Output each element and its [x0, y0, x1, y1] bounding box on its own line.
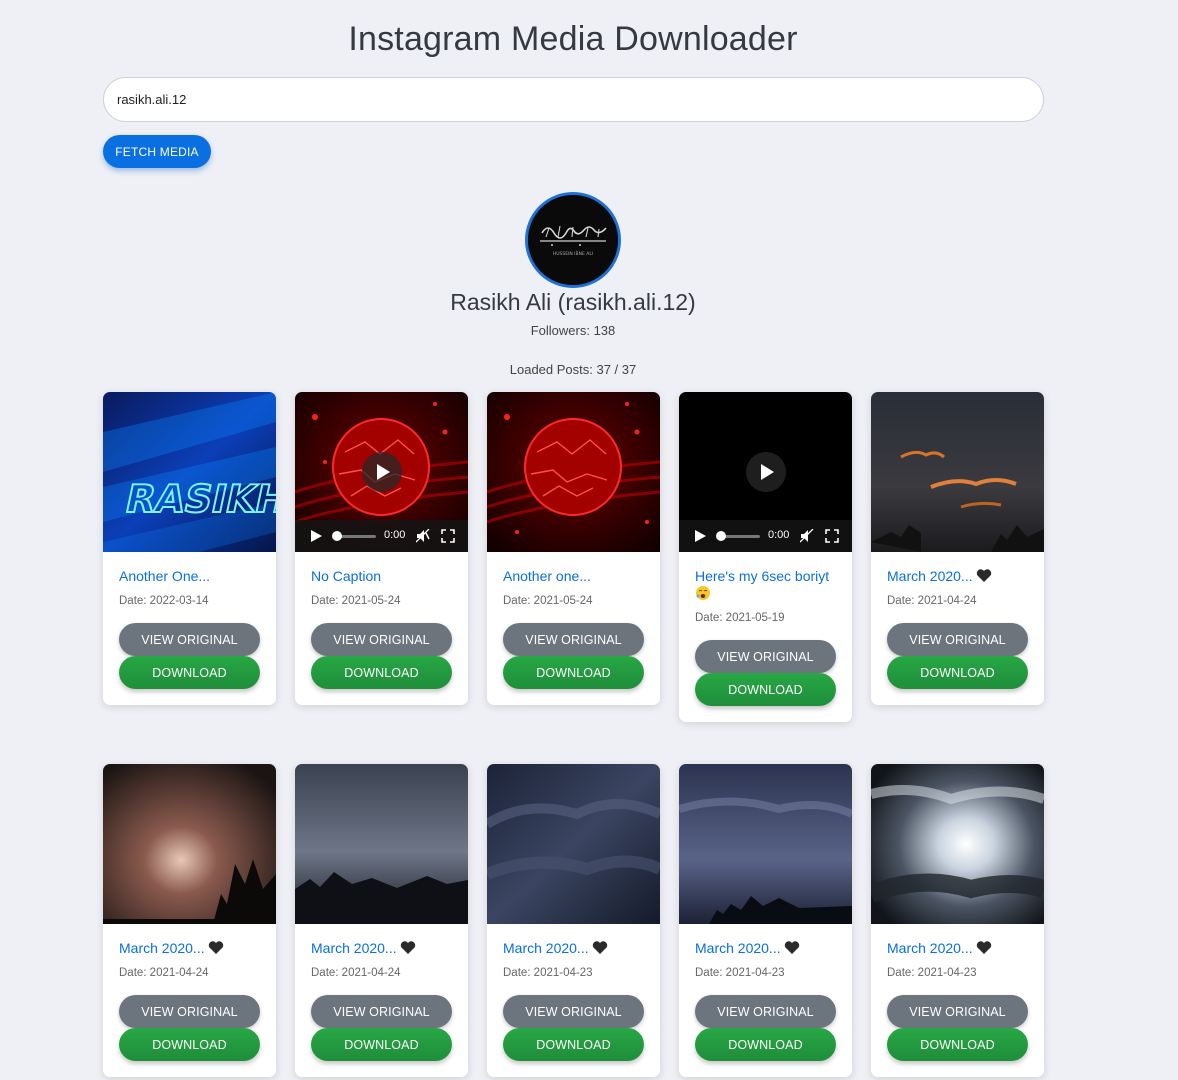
download-button[interactable]: DOWNLOAD: [887, 1028, 1028, 1061]
post-date: Date: 2021-04-24: [311, 967, 401, 979]
play-icon: [761, 464, 774, 480]
video-time: 0:00: [384, 529, 406, 541]
fetch-media-button[interactable]: FETCH MEDIA: [103, 135, 211, 168]
post-date: Date: 2021-05-24: [311, 595, 401, 607]
post-caption-block[interactable]: March 2020...: [695, 940, 840, 957]
post-card: March 2020... Date: 2021-04-24 VIEW ORIG…: [295, 764, 468, 1077]
profile-avatar: HUSSEIN IBNE ALI: [525, 192, 621, 288]
post-caption[interactable]: March 2020...: [887, 940, 973, 956]
video-controls: 0:00: [679, 520, 852, 552]
post-thumbnail[interactable]: RASIKH: [103, 392, 276, 552]
post-thumbnail[interactable]: [295, 764, 468, 924]
post-card: March 2020... Date: 2021-04-23 VIEW ORIG…: [679, 764, 852, 1077]
post-thumbnail[interactable]: [871, 392, 1044, 552]
download-button[interactable]: DOWNLOAD: [695, 1028, 836, 1061]
view-original-button[interactable]: VIEW ORIGINAL: [887, 995, 1028, 1028]
download-button[interactable]: DOWNLOAD: [311, 1028, 452, 1061]
download-button[interactable]: DOWNLOAD: [119, 656, 260, 689]
post-thumbnail[interactable]: [487, 764, 660, 924]
post-caption-block[interactable]: March 2020...: [311, 940, 456, 957]
post-caption-block[interactable]: Here's my 6sec boriyt: [695, 568, 840, 602]
post-date: Date: 2021-04-24: [887, 595, 977, 607]
black-heart-emoji: [976, 941, 991, 954]
post-caption[interactable]: March 2020...: [311, 940, 397, 956]
post-card: 0:00 No Caption Date: 2021-05-24 VIEW OR…: [295, 392, 468, 705]
post-date: Date: 2021-05-24: [503, 595, 593, 607]
post-date: Date: 2021-04-24: [119, 967, 209, 979]
play-overlay-button[interactable]: [362, 452, 402, 492]
post-date: Date: 2021-04-23: [887, 967, 977, 979]
mute-icon[interactable]: [800, 529, 814, 543]
mute-icon[interactable]: [416, 529, 430, 543]
post-thumbnail[interactable]: [679, 764, 852, 924]
post-caption-block[interactable]: March 2020...: [887, 568, 1032, 585]
play-icon: [377, 464, 390, 480]
loaded-posts-count: Loaded Posts: 37 / 37: [509, 362, 637, 377]
view-original-button[interactable]: VIEW ORIGINAL: [503, 995, 644, 1028]
black-heart-emoji: [784, 941, 799, 954]
view-original-button[interactable]: VIEW ORIGINAL: [119, 995, 260, 1028]
followers-count: Followers: 138: [530, 323, 616, 338]
post-card: March 2020... Date: 2021-04-23 VIEW ORIG…: [487, 764, 660, 1077]
post-video[interactable]: 0:00: [679, 392, 852, 552]
post-date: Date: 2022-03-14: [119, 595, 209, 607]
post-caption[interactable]: Here's my 6sec boriyt: [695, 568, 829, 584]
download-button[interactable]: DOWNLOAD: [695, 673, 836, 706]
play-icon[interactable]: [309, 529, 323, 543]
post-caption[interactable]: Another One...: [119, 568, 264, 585]
post-caption[interactable]: March 2020...: [119, 940, 205, 956]
video-time: 0:00: [768, 529, 790, 541]
view-original-button[interactable]: VIEW ORIGINAL: [695, 995, 836, 1028]
username-input[interactable]: [103, 77, 1044, 122]
app-title: Instagram Media Downloader: [348, 20, 798, 58]
post-caption-block[interactable]: March 2020...: [119, 940, 264, 957]
download-button[interactable]: DOWNLOAD: [503, 656, 644, 689]
yawning-face-emoji: [696, 586, 710, 600]
post-thumbnail[interactable]: [487, 392, 660, 552]
seek-handle[interactable]: [332, 531, 342, 541]
black-heart-emoji: [400, 941, 415, 954]
video-controls: 0:00: [295, 520, 468, 552]
view-original-button[interactable]: VIEW ORIGINAL: [503, 623, 644, 656]
post-card: Another one... Date: 2021-05-24 VIEW ORI…: [487, 392, 660, 705]
view-original-button[interactable]: VIEW ORIGINAL: [119, 623, 260, 656]
post-card: RASIKH Another One... Date: 2022-03-14 V…: [103, 392, 276, 705]
play-icon[interactable]: [693, 529, 707, 543]
black-heart-emoji: [976, 569, 991, 582]
post-card: March 2020... Date: 2021-04-24 VIEW ORIG…: [103, 764, 276, 1077]
post-caption-block[interactable]: March 2020...: [887, 940, 1032, 957]
view-original-button[interactable]: VIEW ORIGINAL: [695, 640, 836, 673]
black-heart-emoji: [208, 941, 223, 954]
fullscreen-icon[interactable]: [441, 529, 455, 543]
play-overlay-button[interactable]: [746, 452, 786, 492]
download-button[interactable]: DOWNLOAD: [119, 1028, 260, 1061]
avatar-caption: HUSSEIN IBNE ALI: [553, 251, 593, 257]
profile-name: Rasikh Ali (rasikh.ali.12): [450, 289, 696, 315]
post-card: March 2020... Date: 2021-04-24 VIEW ORIG…: [871, 392, 1044, 705]
post-thumbnail[interactable]: [103, 764, 276, 924]
download-button[interactable]: DOWNLOAD: [503, 1028, 644, 1061]
post-video[interactable]: 0:00: [295, 392, 468, 552]
view-original-button[interactable]: VIEW ORIGINAL: [887, 623, 1028, 656]
download-button[interactable]: DOWNLOAD: [311, 656, 452, 689]
post-caption-block[interactable]: March 2020...: [503, 940, 648, 957]
view-original-button[interactable]: VIEW ORIGINAL: [311, 623, 452, 656]
post-caption[interactable]: March 2020...: [503, 940, 589, 956]
post-thumbnail[interactable]: [871, 764, 1044, 924]
post-card: March 2020... Date: 2021-04-23 VIEW ORIG…: [871, 764, 1044, 1077]
post-date: Date: 2021-04-23: [695, 967, 785, 979]
post-caption[interactable]: March 2020...: [695, 940, 781, 956]
fullscreen-icon[interactable]: [825, 529, 839, 543]
post-card: 0:00 Here's my 6sec boriyt Date: 2021-05…: [679, 392, 852, 722]
seek-handle[interactable]: [716, 531, 726, 541]
post-caption[interactable]: March 2020...: [887, 568, 973, 584]
post-date: Date: 2021-05-19: [695, 612, 785, 624]
post-caption[interactable]: No Caption: [311, 568, 456, 585]
post-caption[interactable]: Another one...: [503, 568, 648, 585]
black-heart-emoji: [592, 941, 607, 954]
download-button[interactable]: DOWNLOAD: [887, 656, 1028, 689]
view-original-button[interactable]: VIEW ORIGINAL: [311, 995, 452, 1028]
svg-text:RASIKH: RASIKH: [121, 477, 276, 522]
post-date: Date: 2021-04-23: [503, 967, 593, 979]
